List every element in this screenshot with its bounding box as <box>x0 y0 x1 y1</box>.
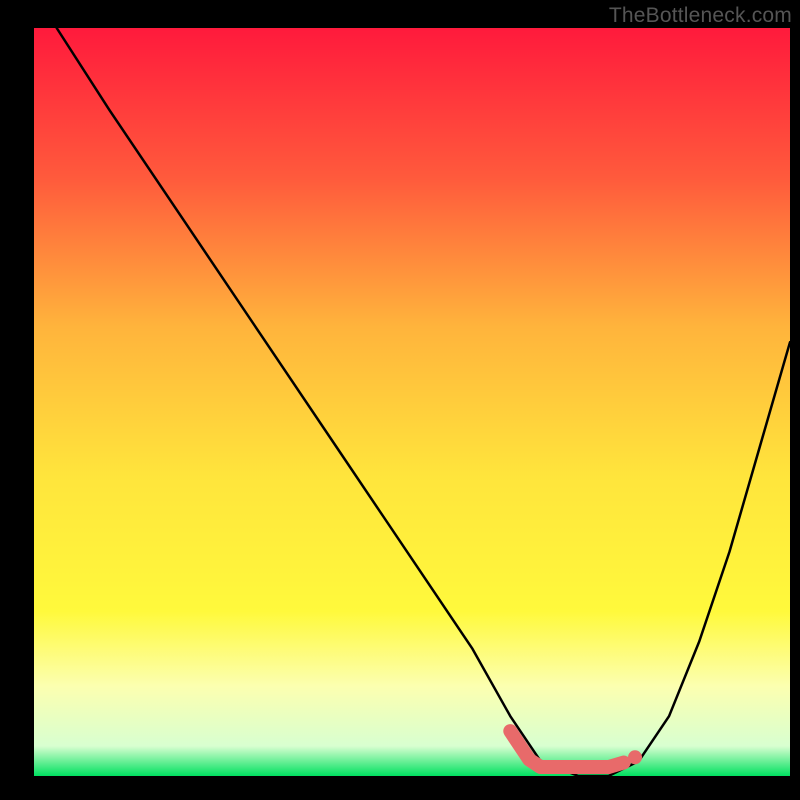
bottleneck-chart <box>0 0 800 800</box>
plot-background <box>34 28 790 776</box>
watermark-text: TheBottleneck.com <box>609 4 792 28</box>
optimal-point-mark <box>628 750 642 764</box>
chart-container: TheBottleneck.com <box>0 0 800 800</box>
